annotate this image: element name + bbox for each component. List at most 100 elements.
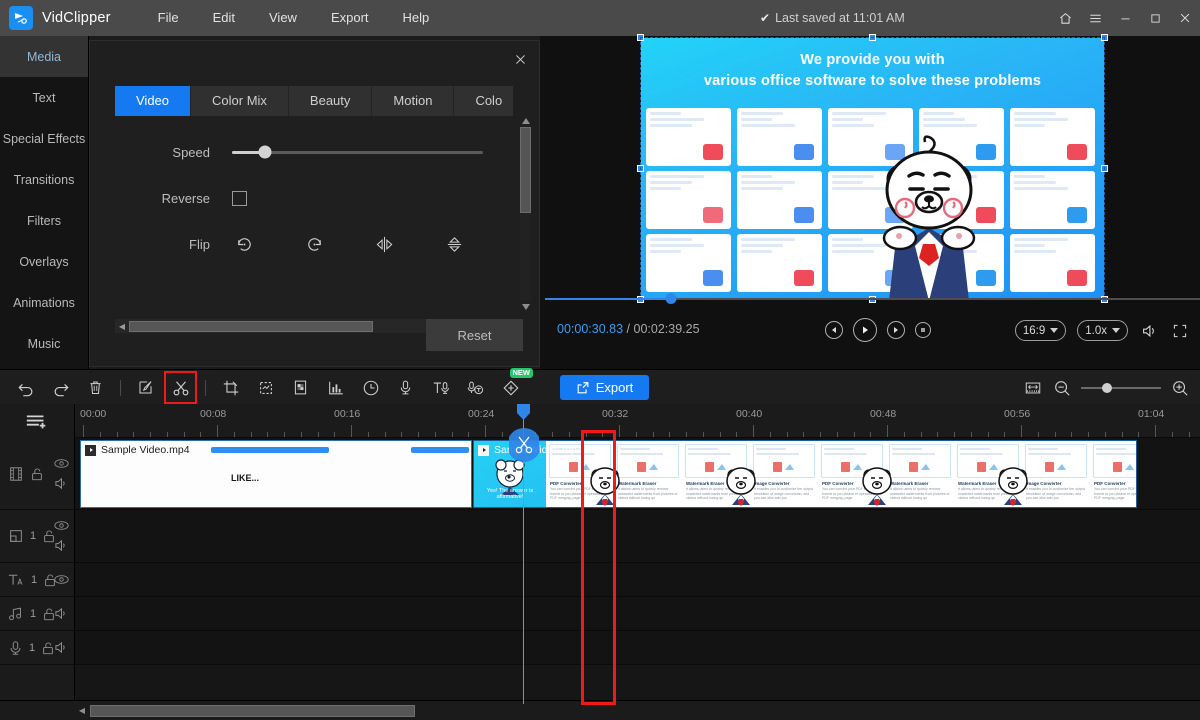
track-row-video[interactable]: LIKE... Sample Video.mp4 Yes! The answer…	[75, 438, 1200, 510]
sidebar-item-text[interactable]: Text	[0, 77, 88, 118]
sidebar-item-media[interactable]: Media	[0, 36, 88, 77]
menu-help[interactable]: Help	[386, 0, 447, 36]
tab-color-mix[interactable]: Color Mix	[191, 86, 289, 116]
track-row-music[interactable]	[75, 597, 1200, 631]
tab-beauty[interactable]: Beauty	[288, 86, 373, 116]
redo-button[interactable]	[48, 375, 73, 400]
dialog-vertical-scrollbar[interactable]	[520, 116, 531, 311]
timeline-clip[interactable]: Yes! The answer is affirmative! PDF Conv…	[473, 440, 1137, 508]
scroll-down-icon[interactable]	[520, 302, 531, 311]
flip-vertical-icon[interactable]	[442, 232, 466, 256]
sidebar-item-special-effects[interactable]: Special Effects	[0, 118, 88, 159]
sticker-button[interactable]: NEW	[498, 368, 533, 400]
scrubber-handle[interactable]	[665, 293, 677, 304]
eye-icon[interactable]	[54, 520, 69, 531]
zoom-out-icon[interactable]	[1052, 378, 1072, 398]
home-icon[interactable]	[1050, 0, 1080, 36]
freeze-frame-button[interactable]	[253, 375, 278, 400]
reverse-checkbox[interactable]	[232, 190, 247, 206]
audio-mix-button[interactable]	[323, 375, 348, 400]
speech-to-text-button[interactable]	[463, 375, 488, 400]
menu-export[interactable]: Export	[314, 0, 386, 36]
split-button[interactable]	[164, 371, 197, 404]
close-icon[interactable]	[1170, 0, 1200, 36]
speed-slider[interactable]	[232, 145, 483, 159]
track-row-text[interactable]	[75, 563, 1200, 597]
track-header-music[interactable]: 1	[0, 597, 74, 631]
sidebar-item-filters[interactable]: Filters	[0, 200, 88, 241]
rotate-left-icon[interactable]	[232, 232, 256, 256]
speaker-icon[interactable]	[54, 539, 69, 552]
close-icon[interactable]	[510, 49, 530, 69]
timeline-zoom-slider[interactable]	[1081, 382, 1161, 393]
preview-scrubber[interactable]	[545, 293, 1200, 304]
menu-view[interactable]: View	[252, 0, 314, 36]
sidebar-item-transitions[interactable]: Transitions	[0, 159, 88, 200]
text-to-speech-button[interactable]	[428, 375, 453, 400]
unlock-icon[interactable]	[30, 467, 44, 481]
scroll-up-icon[interactable]	[520, 116, 531, 125]
scroll-track[interactable]	[90, 704, 1190, 717]
tab-motion[interactable]: Motion	[372, 86, 455, 116]
edit-button[interactable]	[133, 375, 158, 400]
tab-color[interactable]: Colo	[454, 86, 513, 116]
zoom-slider-handle[interactable]	[1102, 382, 1113, 393]
volume-icon[interactable]	[1139, 321, 1159, 341]
timeline-ruler[interactable]: 00:00 00:08 00:16 00:24 00:32 00:40 00:4…	[75, 404, 1200, 438]
playhead[interactable]	[507, 404, 541, 704]
step-backward-icon[interactable]	[825, 321, 843, 339]
scroll-left-icon[interactable]: ◀	[74, 706, 90, 715]
fit-to-timeline-icon[interactable]	[1023, 378, 1043, 398]
sidebar-item-music[interactable]: Music	[0, 323, 88, 364]
scroll-thumb[interactable]	[129, 320, 374, 332]
track-header-text[interactable]: 1	[0, 563, 74, 597]
stop-icon[interactable]	[915, 322, 931, 338]
scroll-left-icon[interactable]: ◀	[115, 322, 129, 331]
minimize-icon[interactable]	[1110, 0, 1140, 36]
playhead-handle[interactable]	[516, 403, 531, 421]
menu-file[interactable]: File	[141, 0, 196, 36]
record-voice-button[interactable]	[393, 375, 418, 400]
speed-slider-handle[interactable]	[258, 145, 272, 159]
speed-button[interactable]	[358, 375, 383, 400]
add-track-icon[interactable]	[0, 404, 74, 438]
scroll-track[interactable]	[520, 127, 531, 300]
scroll-thumb[interactable]	[520, 127, 531, 213]
maximize-icon[interactable]	[1140, 0, 1170, 36]
timeline-clip[interactable]: LIKE... Sample Video.mp4	[80, 440, 472, 508]
tab-video[interactable]: Video	[115, 86, 192, 116]
speaker-icon[interactable]	[54, 607, 69, 620]
aspect-ratio-select[interactable]: 16:9	[1014, 320, 1067, 341]
play-icon[interactable]	[853, 318, 877, 342]
reset-button[interactable]: Reset	[426, 319, 523, 351]
track-row-voiceover[interactable]	[75, 631, 1200, 665]
flip-horizontal-icon[interactable]	[372, 232, 396, 256]
export-button[interactable]: Export	[560, 375, 649, 400]
step-forward-icon[interactable]	[887, 321, 905, 339]
speaker-icon[interactable]	[54, 477, 69, 490]
track-row-pip[interactable]	[75, 510, 1200, 563]
scissors-icon[interactable]	[507, 428, 541, 462]
mosaic-button[interactable]	[288, 375, 313, 400]
menu-edit[interactable]: Edit	[196, 0, 252, 36]
delete-button[interactable]	[83, 375, 108, 400]
rotate-right-icon[interactable]	[302, 232, 326, 256]
crop-button[interactable]	[218, 375, 243, 400]
eye-icon[interactable]	[54, 458, 69, 469]
scroll-thumb[interactable]	[90, 704, 415, 717]
eye-icon[interactable]	[54, 574, 69, 585]
timeline-horizontal-scrollbar[interactable]: ◀	[0, 700, 1200, 720]
sidebar-item-animations[interactable]: Animations	[0, 282, 88, 323]
hamburger-menu-icon[interactable]	[1080, 0, 1110, 36]
video-preview[interactable]: We provide you with various office softw…	[641, 38, 1104, 299]
track-header-video[interactable]	[0, 438, 74, 510]
scrubber-progress	[545, 298, 672, 300]
fullscreen-icon[interactable]	[1170, 321, 1190, 341]
undo-button[interactable]	[13, 375, 38, 400]
speaker-icon[interactable]	[54, 641, 69, 654]
track-header-voiceover[interactable]: 1	[0, 631, 74, 665]
zoom-in-icon[interactable]	[1170, 378, 1190, 398]
playback-rate-select[interactable]: 1.0x	[1077, 320, 1128, 341]
sidebar-item-overlays[interactable]: Overlays	[0, 241, 88, 282]
track-header-pip[interactable]: 1	[0, 510, 74, 563]
